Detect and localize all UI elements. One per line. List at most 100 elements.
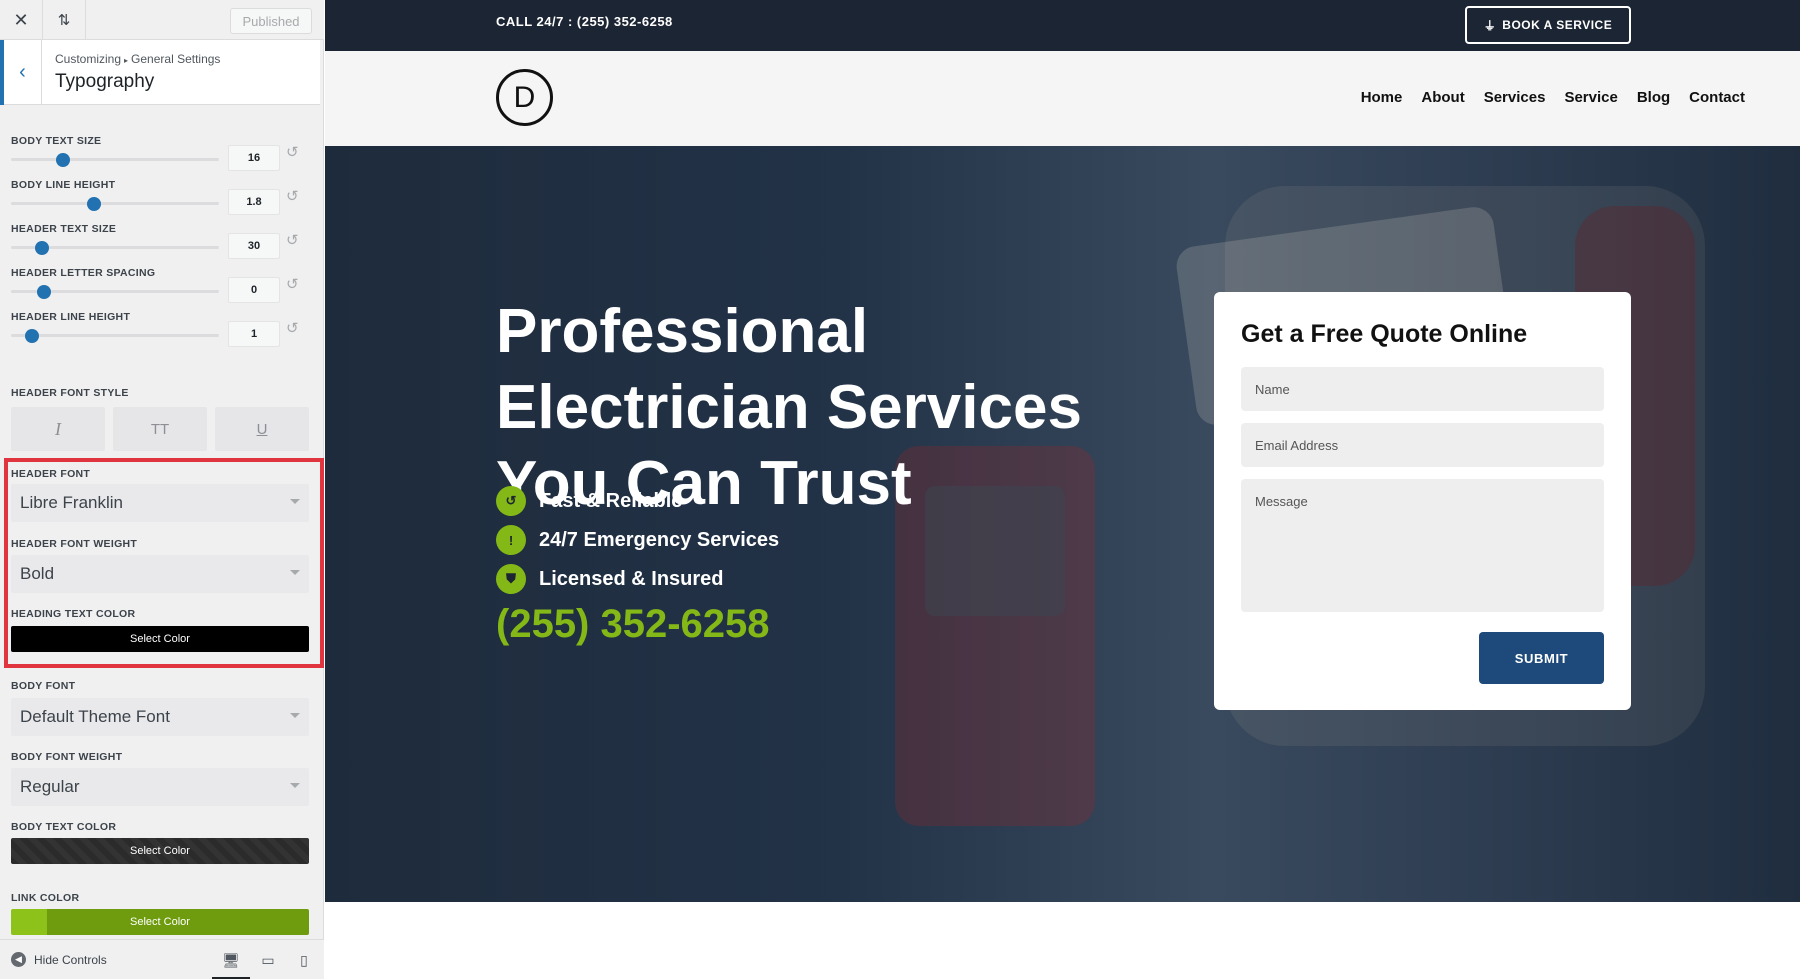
breadcrumb: Customizing ▸ General Settings xyxy=(55,52,220,66)
slider-label: HEADER LINE HEIGHT xyxy=(11,311,131,323)
uppercase-icon: TT xyxy=(150,420,170,438)
site-preview: CALL 24/7 : (255) 352-6258 ⏚ BOOK A SERV… xyxy=(325,0,1800,979)
link-color-label: LINK COLOR xyxy=(11,892,80,904)
hide-controls-label: Hide Controls xyxy=(34,952,107,967)
slider-value-input[interactable]: 1.8 xyxy=(228,189,280,215)
controls-list: BODY TEXT SIZE 16 ↺ BODY LINE HEIGHT 1.8… xyxy=(0,106,324,939)
back-button[interactable]: ‹ xyxy=(0,40,42,105)
slider-value-input[interactable]: 1 xyxy=(228,321,280,347)
body-font-weight-label: BODY FONT WEIGHT xyxy=(11,751,123,763)
chevron-down-icon xyxy=(290,713,300,718)
italic-icon: I xyxy=(55,418,61,439)
slider-thumb[interactable] xyxy=(37,284,52,299)
nav-blog[interactable]: Blog xyxy=(1637,89,1670,106)
slider-track[interactable] xyxy=(11,284,219,299)
hero-phone[interactable]: (255) 352-6258 xyxy=(496,602,770,647)
book-service-button[interactable]: ⏚ BOOK A SERVICE xyxy=(1465,6,1631,44)
slider-label: HEADER TEXT SIZE xyxy=(11,223,117,235)
hero-title-line: Professional xyxy=(496,297,869,366)
nav-home[interactable]: Home xyxy=(1361,89,1403,106)
header-font-select[interactable]: Libre Franklin xyxy=(11,484,309,522)
site-topbar: CALL 24/7 : (255) 352-6258 ⏚ BOOK A SERV… xyxy=(325,0,1800,51)
slider-label: BODY TEXT SIZE xyxy=(11,135,102,147)
nav-services[interactable]: Services xyxy=(1484,89,1546,106)
sort-toggle-button[interactable]: ⇅ xyxy=(43,0,86,40)
link-color-button[interactable]: Select Color xyxy=(11,909,309,935)
slider-thumb[interactable] xyxy=(56,152,70,167)
section-header: ‹ Customizing ▸ General Settings Typograph… xyxy=(0,40,320,105)
header-font-weight-select[interactable]: Bold xyxy=(11,555,309,593)
submit-button[interactable]: SUBMIT xyxy=(1479,632,1604,684)
body-font-value: Default Theme Font xyxy=(20,707,170,726)
header-font-weight-label: HEADER FONT WEIGHT xyxy=(11,538,138,550)
mobile-icon[interactable]: ▯ xyxy=(294,950,314,970)
slider-label: BODY LINE HEIGHT xyxy=(11,179,116,191)
below-hero-section xyxy=(325,902,1800,979)
clock-icon: ↺ xyxy=(496,486,526,516)
slider-track[interactable] xyxy=(11,240,219,255)
breadcrumb-root: Customizing xyxy=(55,52,122,66)
message-field[interactable]: Message xyxy=(1241,479,1604,612)
customizer-panel: ✕ ⇅ Published ‹ Customizing ▸ General Sett… xyxy=(0,0,324,979)
name-field[interactable]: Name xyxy=(1241,367,1604,411)
hide-controls-button[interactable]: ◀ Hide Controls xyxy=(11,952,107,967)
body-font-select[interactable]: Default Theme Font xyxy=(11,698,309,736)
feature-item: ⛊ Licensed & Insured xyxy=(496,564,724,594)
feature-text: 24/7 Emergency Services xyxy=(539,528,780,551)
body-color-button[interactable]: Select Color xyxy=(11,838,309,864)
tablet-icon[interactable]: ▭ xyxy=(258,950,278,970)
alert-icon: ! xyxy=(496,525,526,555)
book-service-label: BOOK A SERVICE xyxy=(1502,18,1613,32)
slider-value-input[interactable]: 16 xyxy=(228,145,280,171)
reset-icon[interactable]: ↺ xyxy=(286,277,302,293)
italic-button[interactable]: I xyxy=(11,407,105,451)
call-text[interactable]: CALL 24/7 : (255) 352-6258 xyxy=(496,14,673,29)
feature-text: Licensed & Insured xyxy=(539,567,724,590)
published-button[interactable]: Published xyxy=(230,8,312,34)
slider-value-input[interactable]: 30 xyxy=(228,233,280,259)
feature-item: ! 24/7 Emergency Services xyxy=(496,525,779,555)
close-button[interactable]: ✕ xyxy=(0,0,43,40)
nav-service[interactable]: Service xyxy=(1564,89,1617,106)
email-field[interactable]: Email Address xyxy=(1241,423,1604,467)
uppercase-button[interactable]: TT xyxy=(113,407,207,451)
body-text-color-label: BODY TEXT COLOR xyxy=(11,821,117,833)
nav-contact[interactable]: Contact xyxy=(1689,89,1745,106)
slider-thumb[interactable] xyxy=(87,196,102,211)
collapse-icon: ◀ xyxy=(11,952,26,967)
header-font-label: HEADER FONT xyxy=(11,468,91,480)
body-font-weight-value: Regular xyxy=(20,777,80,796)
breadcrumb-parent: General Settings xyxy=(131,52,221,66)
header-font-value: Libre Franklin xyxy=(20,493,123,512)
breadcrumb-separator: ▸ xyxy=(124,56,129,65)
reset-icon[interactable]: ↺ xyxy=(286,233,302,249)
arrows-up-down-icon: ⇅ xyxy=(57,12,71,29)
body-font-label: BODY FONT xyxy=(11,680,76,692)
close-icon: ✕ xyxy=(13,9,29,30)
chevron-left-icon: ‹ xyxy=(19,61,26,83)
heading-color-button[interactable]: Select Color xyxy=(11,626,309,652)
reset-icon[interactable]: ↺ xyxy=(286,145,302,161)
chevron-down-icon xyxy=(290,783,300,788)
slider-track[interactable] xyxy=(11,196,219,211)
slider-thumb[interactable] xyxy=(24,328,39,343)
desktop-icon[interactable]: 🖥 xyxy=(221,950,241,970)
underline-button[interactable]: U xyxy=(215,407,309,451)
slider-track[interactable] xyxy=(11,328,219,343)
feature-text: Fast & Reliable xyxy=(539,489,683,512)
customizer-topbar: ✕ ⇅ Published xyxy=(0,0,324,40)
nav-about[interactable]: About xyxy=(1421,89,1464,106)
feature-item: ↺ Fast & Reliable xyxy=(496,486,682,516)
site-logo[interactable]: D xyxy=(496,69,553,126)
site-navbar: D Home About Services Service Blog Conta… xyxy=(325,51,1800,146)
slider-thumb[interactable] xyxy=(35,240,50,255)
slider-value-input[interactable]: 0 xyxy=(228,277,280,303)
customizer-footer: ◀ Hide Controls 🖥 ▭ ▯ xyxy=(0,939,324,979)
reset-icon[interactable]: ↺ xyxy=(286,321,302,337)
reset-icon[interactable]: ↺ xyxy=(286,189,302,205)
main-menu: Home About Services Service Blog Contact xyxy=(1361,89,1745,106)
slider-track[interactable] xyxy=(11,152,219,167)
body-font-weight-select[interactable]: Regular xyxy=(11,768,309,806)
chevron-down-icon xyxy=(290,570,300,575)
section-title: Typography xyxy=(55,71,155,92)
